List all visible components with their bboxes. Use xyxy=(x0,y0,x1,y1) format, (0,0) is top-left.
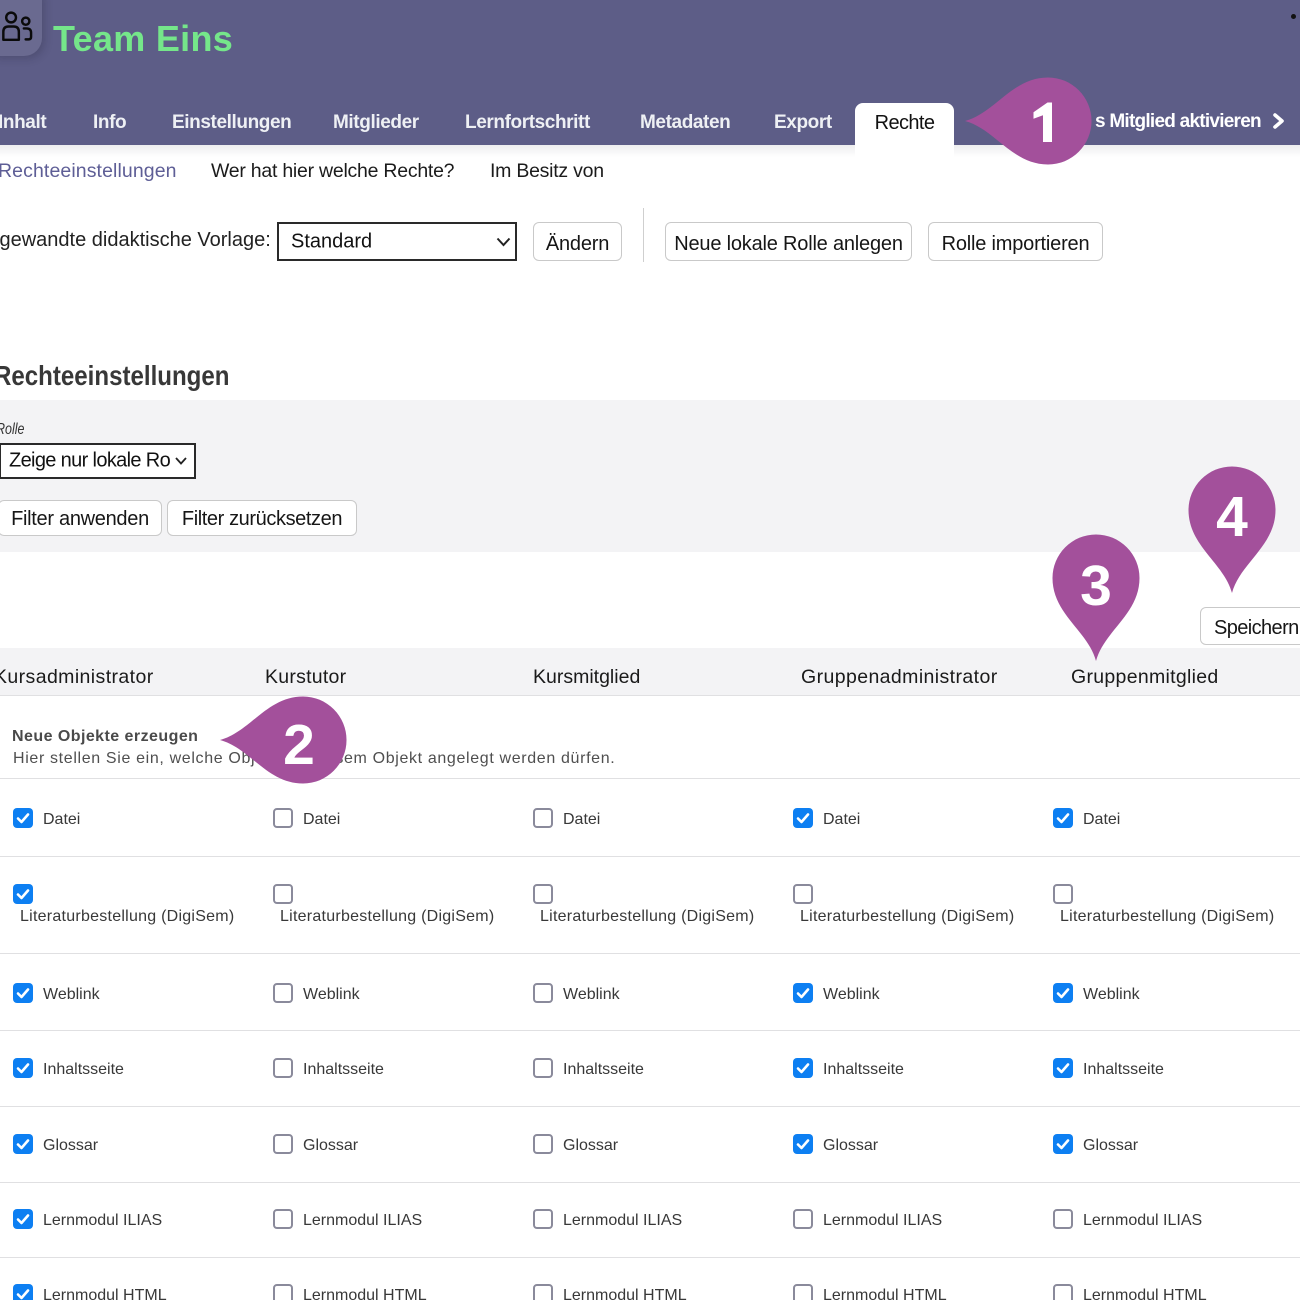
svg-text:2: 2 xyxy=(283,713,315,777)
svg-text:3: 3 xyxy=(1080,554,1112,618)
svg-text:4: 4 xyxy=(1216,485,1248,549)
